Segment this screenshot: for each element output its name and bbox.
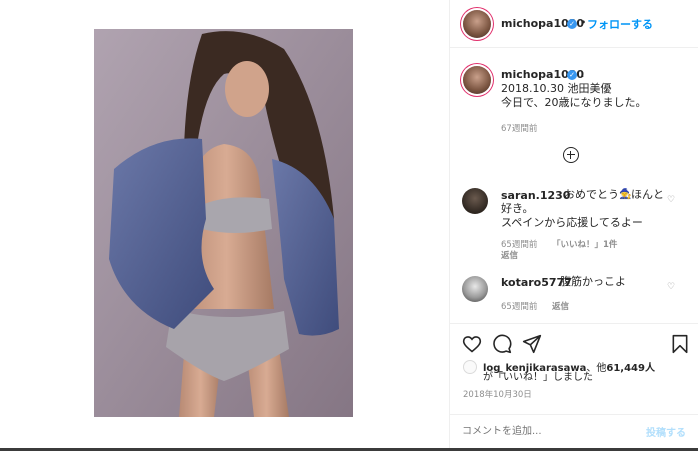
comments-list[interactable]: michopa1030 ✓ . 2018.10.30 池田美優 今日で、20歳に… [450, 48, 698, 324]
author-avatar[interactable] [463, 10, 491, 38]
follow-button[interactable]: フォローする [587, 16, 653, 32]
caption-line-2: 今日で、20歳になりました。 [501, 96, 647, 109]
comment-bubble-icon[interactable] [492, 334, 512, 354]
comment-form: 投稿する [450, 414, 698, 448]
likes-count[interactable]: 61,449人 [606, 363, 655, 374]
liked-by-suffix: が「いいね！」しました [483, 372, 593, 383]
post-details-panel: michopa1030 ✓ • フォローする michopa1030 ✓ . 2… [449, 0, 698, 448]
comment-like-heart-icon[interactable]: ♡ [667, 195, 675, 205]
comment-text: 腹筋かっこよ [560, 275, 626, 288]
liker-avatar[interactable] [463, 360, 477, 374]
post-photo-illustration [94, 29, 353, 417]
commenter-avatar[interactable] [462, 276, 488, 302]
comment-text: おめでとう [564, 188, 619, 201]
share-plane-icon[interactable] [522, 334, 542, 354]
verified-icon: ✓ [567, 19, 577, 29]
post-photo[interactable] [94, 29, 353, 417]
witch-hat-emoji-icon: 🧙 [619, 189, 632, 200]
comment-likes-count[interactable]: 「いいね！」1件 [552, 238, 617, 250]
post-date: 2018年10月30日 [463, 390, 532, 400]
caption-avatar[interactable] [463, 66, 491, 94]
post-actions: log_kenjikarasawa、他61,449人 が「いいね！」しました 2… [450, 324, 698, 414]
save-bookmark-icon[interactable] [671, 334, 689, 354]
commenter-avatar[interactable] [462, 188, 488, 214]
caption-line-1: 2018.10.30 池田美優 [501, 82, 612, 95]
post-comment-button[interactable]: 投稿する [646, 424, 686, 439]
comment-text-line-3: スペインから応援してるよー [501, 216, 643, 229]
comment-text-cont: ほんと [631, 188, 664, 201]
like-heart-icon[interactable] [462, 334, 482, 354]
load-more-comments-icon[interactable] [563, 147, 579, 163]
comment-reply-button[interactable]: 返信 [552, 300, 569, 312]
header-separator-dot: • [580, 16, 587, 29]
commenter-username[interactable]: saran.1230 [501, 189, 570, 202]
post-header: michopa1030 ✓ • フォローする [450, 0, 698, 48]
verified-icon: ✓ [567, 70, 577, 80]
caption-timestamp: 67週間前 [501, 124, 538, 134]
comment-timestamp: 65週間前 [501, 302, 538, 312]
comment-like-heart-icon[interactable]: ♡ [667, 282, 675, 292]
post-media-area [0, 0, 449, 451]
comment-text-line-2: 好き。 [501, 202, 534, 215]
comment-input[interactable] [462, 422, 632, 440]
caption-dot: . [581, 67, 585, 80]
comment-reply-button[interactable]: 返信 [501, 249, 518, 261]
